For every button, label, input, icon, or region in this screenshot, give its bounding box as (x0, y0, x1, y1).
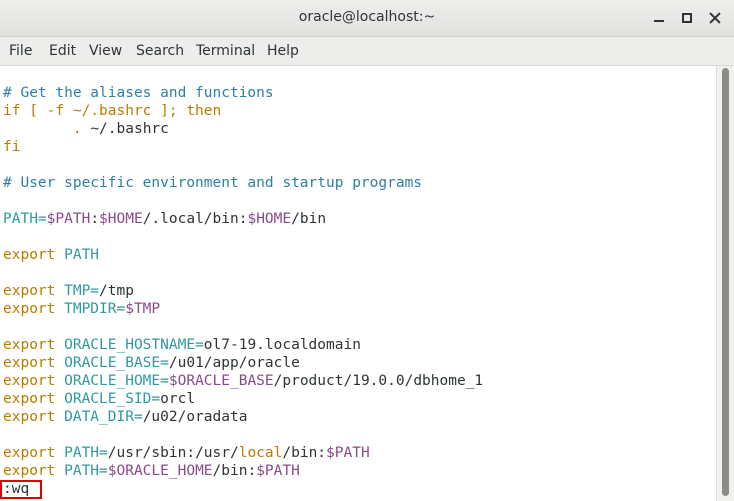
editor-line: export PATH=/usr/sbin:/usr/local/bin:$PA… (3, 444, 370, 462)
editor-line: export ORACLE_BASE=/u01/app/oracle (3, 354, 300, 372)
window-title: oracle@localhost:~ (298, 9, 436, 25)
code-token: ORACLE_HOSTNAME= (64, 337, 204, 353)
code-token: # User specific environment and startup … (3, 175, 423, 191)
editor-line: # Get the aliases and functions (3, 84, 274, 102)
editor-line: export ORACLE_SID=orcl (3, 390, 195, 408)
code-token: /bin: (282, 445, 327, 461)
code-token: ORACLE_SID= (64, 391, 161, 407)
menu-bar: File Edit View Search Terminal Help (0, 37, 734, 66)
menu-edit[interactable]: Edit (49, 43, 76, 59)
maximize-icon[interactable] (680, 11, 694, 25)
minimize-icon[interactable] (652, 11, 666, 25)
code-token: . (3, 121, 91, 137)
code-token: $PATH (46, 211, 91, 227)
close-icon[interactable] (708, 11, 722, 25)
code-token: /bin: (212, 463, 257, 479)
code-token: /bin (291, 211, 327, 227)
editor-line: PATH=$PATH:$HOME/.local/bin:$HOME/bin (3, 210, 326, 228)
editor-line: if [ -f ~/.bashrc ]; then (3, 102, 221, 120)
code-token: PATH= (64, 445, 108, 461)
code-token: export (3, 463, 65, 479)
editor-line: export ORACLE_HOME=$ORACLE_BASE/product/… (3, 372, 483, 390)
terminal-text-area[interactable]: # Get the aliases and functions if [ -f ~… (0, 66, 716, 501)
code-token: /usr/sbin:/usr/ (107, 445, 239, 461)
editor-line: export TMP=/tmp (3, 282, 134, 300)
code-token: export (3, 373, 65, 389)
code-token: /.local/bin: (142, 211, 248, 227)
editor-line: export TMPDIR=$TMP (3, 300, 160, 318)
code-token: $ORACLE_BASE (168, 373, 274, 389)
code-token: /u02/oradata (142, 409, 248, 425)
code-token: PATH= (64, 463, 108, 479)
code-token: : (90, 211, 100, 227)
scrollbar-thumb[interactable] (722, 68, 729, 496)
code-token: export (3, 301, 65, 317)
menu-search[interactable]: Search (136, 43, 184, 59)
code-token: export (3, 337, 65, 353)
code-token: DATA_DIR= (64, 409, 143, 425)
code-token: PATH= (3, 211, 47, 227)
command-highlight-box (0, 480, 42, 499)
code-token: /u01/app/oracle (168, 355, 300, 371)
code-token: ~/.bashrc (90, 121, 169, 137)
code-token: export (3, 247, 65, 263)
editor-line: . ~/.bashrc (3, 120, 169, 138)
menu-help[interactable]: Help (267, 43, 299, 59)
editor-line: fi (3, 138, 20, 156)
code-token: /product/19.0.0/dbhome_1 (273, 373, 484, 389)
code-token: $PATH (256, 463, 300, 479)
code-token: ol7-19.localdomain (203, 337, 361, 353)
code-token: PATH (64, 247, 100, 263)
code-token: export (3, 283, 65, 299)
title-bar[interactable]: oracle@localhost:~ (0, 0, 734, 37)
code-token: export (3, 409, 65, 425)
code-token: # Get the aliases and functions (3, 85, 274, 101)
code-token: export (3, 391, 65, 407)
code-token: if [ -f ~/.bashrc ]; then (3, 103, 222, 119)
code-token: fi (3, 139, 21, 155)
code-token: $HOME (247, 211, 292, 227)
code-token: ORACLE_HOME= (64, 373, 169, 389)
code-token: local (238, 445, 283, 461)
editor-line: export PATH=$ORACLE_HOME/bin:$PATH (3, 462, 300, 480)
editor-line: export ORACLE_HOSTNAME=ol7-19.localdomai… (3, 336, 361, 354)
code-token: TMPDIR= (64, 301, 126, 317)
code-token: $HOME (99, 211, 143, 227)
code-token: $TMP (125, 301, 161, 317)
editor-line: # User specific environment and startup … (3, 174, 422, 192)
code-token: export (3, 355, 65, 371)
menu-terminal[interactable]: Terminal (196, 43, 255, 59)
vertical-scrollbar[interactable] (716, 66, 734, 501)
terminal-window: oracle@localhost:~ File Edit View Search… (0, 0, 734, 501)
code-token: export (3, 445, 65, 461)
menu-file[interactable]: File (9, 43, 32, 59)
code-token: $PATH (326, 445, 370, 461)
editor-line: export PATH (3, 246, 99, 264)
code-token: /tmp (99, 283, 134, 299)
menu-view[interactable]: View (89, 43, 122, 59)
code-token: TMP= (64, 283, 100, 299)
code-token: ORACLE_BASE= (64, 355, 169, 371)
code-token: orcl (160, 391, 196, 407)
code-token: $ORACLE_HOME (107, 463, 213, 479)
editor-line: export DATA_DIR=/u02/oradata (3, 408, 247, 426)
